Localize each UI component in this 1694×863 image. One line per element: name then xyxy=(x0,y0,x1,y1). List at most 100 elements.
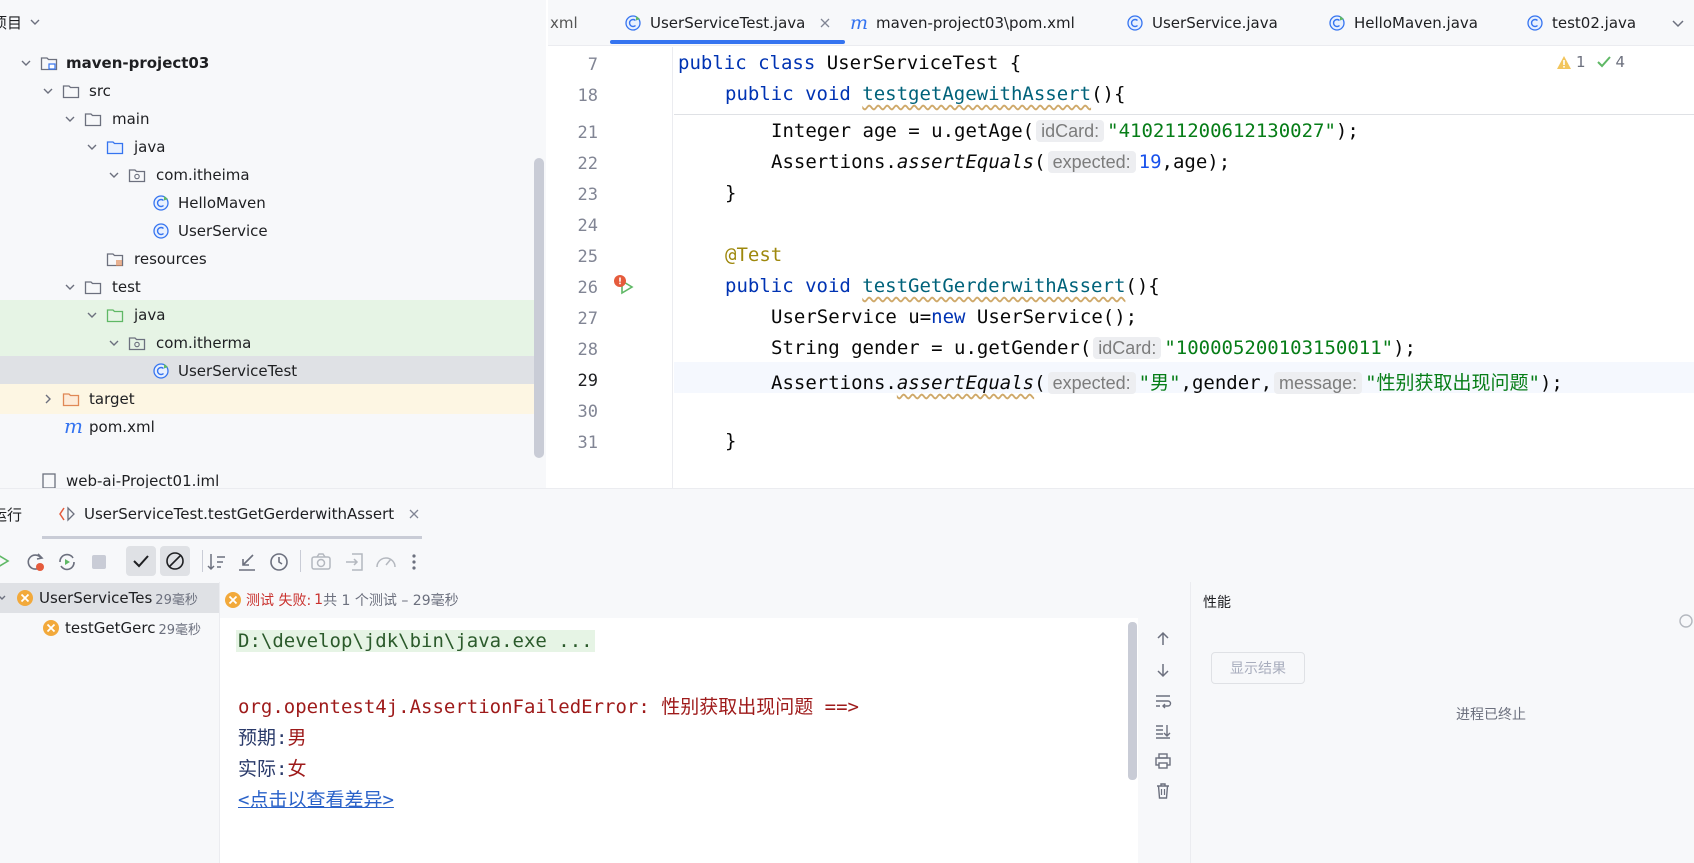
camera-icon[interactable] xyxy=(310,552,332,572)
process-terminated-label: 进程已终止 xyxy=(1456,707,1526,723)
close-icon[interactable] xyxy=(819,17,831,29)
tree-item-com-itherma[interactable]: com.itherma xyxy=(0,328,534,358)
tab-xml[interactable]: xml xyxy=(550,0,578,46)
tab-userservicetest[interactable]: UserServiceTest.java xyxy=(610,0,846,46)
chevron-right-icon[interactable] xyxy=(40,391,56,407)
arrow-down-icon[interactable] xyxy=(1154,661,1172,679)
class-icon xyxy=(1127,15,1143,31)
console-scrollbar[interactable] xyxy=(1128,622,1137,780)
tab-hellomaven[interactable]: HelloMaven.java xyxy=(1328,0,1478,46)
show-ignored-toggle[interactable] xyxy=(160,546,190,576)
tab-test02[interactable]: test02.java xyxy=(1526,0,1636,46)
chevron-down-icon[interactable] xyxy=(62,111,78,127)
rerun-failed-icon[interactable] xyxy=(24,551,46,573)
maven-icon: m xyxy=(64,414,83,438)
run-config-label: UserServiceTest.testGetGerderwithAssert xyxy=(84,505,395,523)
tree-item-com-itheima[interactable]: com.itheima xyxy=(0,160,534,190)
toolbar-separator xyxy=(202,550,203,572)
tree-item-label: pom.xml xyxy=(89,418,155,436)
tree-item-userservicetest[interactable]: UserServiceTest xyxy=(0,356,534,386)
tree-item-label: HelloMaven xyxy=(178,194,266,212)
test-name: UserServiceTes xyxy=(39,589,153,607)
chevron-down-icon[interactable] xyxy=(106,167,122,183)
console-actual-line: 实际:女 xyxy=(238,758,307,780)
folder-icon xyxy=(62,85,80,99)
chevron-down-icon[interactable] xyxy=(0,592,8,604)
chevron-down-icon[interactable] xyxy=(1670,15,1686,31)
toggle-auto-test-icon[interactable] xyxy=(56,551,78,573)
console-side-toolbar xyxy=(1138,618,1190,863)
show-diff-link[interactable]: <点击以查看差异> xyxy=(238,785,394,812)
test-node-class[interactable]: UserServiceTes 29毫秒 xyxy=(0,583,219,613)
tree-item-label: web-ai-Project01.iml xyxy=(66,472,220,488)
tree-item-hellomaven[interactable]: HelloMaven xyxy=(0,188,534,218)
tab-userservice[interactable]: UserService.java xyxy=(1126,0,1278,46)
tab-label: maven-project03\pom.xml xyxy=(876,14,1075,32)
test-config-icon xyxy=(59,506,75,522)
code-editor[interactable]: public class UserServiceTest { public vo… xyxy=(674,47,1694,488)
chevron-down-icon[interactable] xyxy=(62,279,78,295)
soft-wrap-icon[interactable] xyxy=(1154,692,1172,710)
line-number: 30 xyxy=(577,402,598,422)
arrow-up-icon[interactable] xyxy=(1154,630,1172,648)
close-icon[interactable] xyxy=(408,508,420,520)
chevron-down-icon[interactable] xyxy=(106,335,122,351)
folder-icon xyxy=(84,113,102,127)
tree-item-main[interactable]: main xyxy=(0,104,534,134)
editor-tabs: xml UserServiceTest.java m maven-project… xyxy=(548,0,1694,46)
test-status-bar: 测试 失败: 1 共 1 个测试 – 29毫秒 xyxy=(220,582,1190,618)
tree-item-src[interactable]: src xyxy=(0,76,534,106)
chevron-down-icon[interactable] xyxy=(28,15,42,29)
run-tool-header: 运行 UserServiceTest.testGetGerderwithAsse… xyxy=(0,488,1694,540)
console-error-line: org.opentest4j.AssertionFailedError: 性别获… xyxy=(238,696,859,718)
show-passed-toggle[interactable] xyxy=(126,546,156,576)
rerun-icon[interactable] xyxy=(0,551,12,571)
coverage-gauge-icon[interactable] xyxy=(374,551,398,573)
project-scrollbar[interactable] xyxy=(534,158,544,458)
tree-item-label: src xyxy=(89,82,111,100)
tab-pom-xml[interactable]: m maven-project03\pom.xml xyxy=(850,0,1075,46)
test-failed-icon xyxy=(17,590,33,606)
tree-item-label: maven-project03 xyxy=(66,54,210,72)
tree-item-maven-project03[interactable]: maven-project03 xyxy=(0,48,534,78)
console-expected-line: 预期:男 xyxy=(238,727,307,749)
collapse-all-icon[interactable] xyxy=(236,551,258,573)
chevron-down-icon[interactable] xyxy=(40,83,56,99)
settings-icon[interactable] xyxy=(1677,612,1694,630)
resources-folder-icon xyxy=(106,253,124,267)
chevron-down-icon[interactable] xyxy=(18,55,34,71)
stop-icon[interactable] xyxy=(90,553,108,571)
tree-item-label: test xyxy=(112,278,141,296)
run-test-failed-icon[interactable] xyxy=(613,273,637,297)
trash-icon[interactable] xyxy=(1154,782,1172,800)
print-icon[interactable] xyxy=(1154,752,1172,770)
line-number: 24 xyxy=(577,216,598,236)
warning-icon xyxy=(1557,55,1571,69)
tree-item-java-test[interactable]: java xyxy=(0,300,534,330)
show-results-button[interactable]: 显示结果 xyxy=(1211,652,1305,684)
tree-item-iml[interactable]: web-ai-Project01.iml xyxy=(0,468,534,488)
tree-item-label: target xyxy=(89,390,135,408)
tree-item-java-main[interactable]: java xyxy=(0,132,534,162)
chevron-down-icon[interactable] xyxy=(84,139,100,155)
more-options-icon[interactable] xyxy=(410,551,418,573)
tree-item-target[interactable]: target xyxy=(0,384,534,414)
test-node-method[interactable]: testGetGerc 29毫秒 xyxy=(0,613,219,643)
chevron-down-icon[interactable] xyxy=(84,307,100,323)
tree-item-pom[interactable]: m pom.xml xyxy=(0,412,534,442)
import-tests-icon[interactable] xyxy=(344,551,366,573)
tab-run-config[interactable]: UserServiceTest.testGetGerderwithAssert xyxy=(42,489,422,539)
warning-count: 1 xyxy=(1576,53,1586,71)
tree-item-test[interactable]: test xyxy=(0,272,534,302)
history-icon[interactable] xyxy=(268,551,290,573)
code-line-7: public class UserServiceTest { xyxy=(678,52,1022,74)
tree-item-label: java xyxy=(134,306,166,324)
tree-item-userservice[interactable]: UserService xyxy=(0,216,534,246)
tree-item-resources[interactable]: resources xyxy=(0,244,534,274)
console-output[interactable]: D:\develop\jdk\bin\java.exe ... org.open… xyxy=(220,618,1138,863)
project-header[interactable]: 项目 xyxy=(0,0,546,44)
inspection-widget[interactable]: 1 4 xyxy=(1556,53,1625,71)
sort-icon[interactable] xyxy=(206,551,228,573)
scroll-to-end-icon[interactable] xyxy=(1154,722,1172,740)
run-tool-label: 运行 xyxy=(0,506,23,524)
